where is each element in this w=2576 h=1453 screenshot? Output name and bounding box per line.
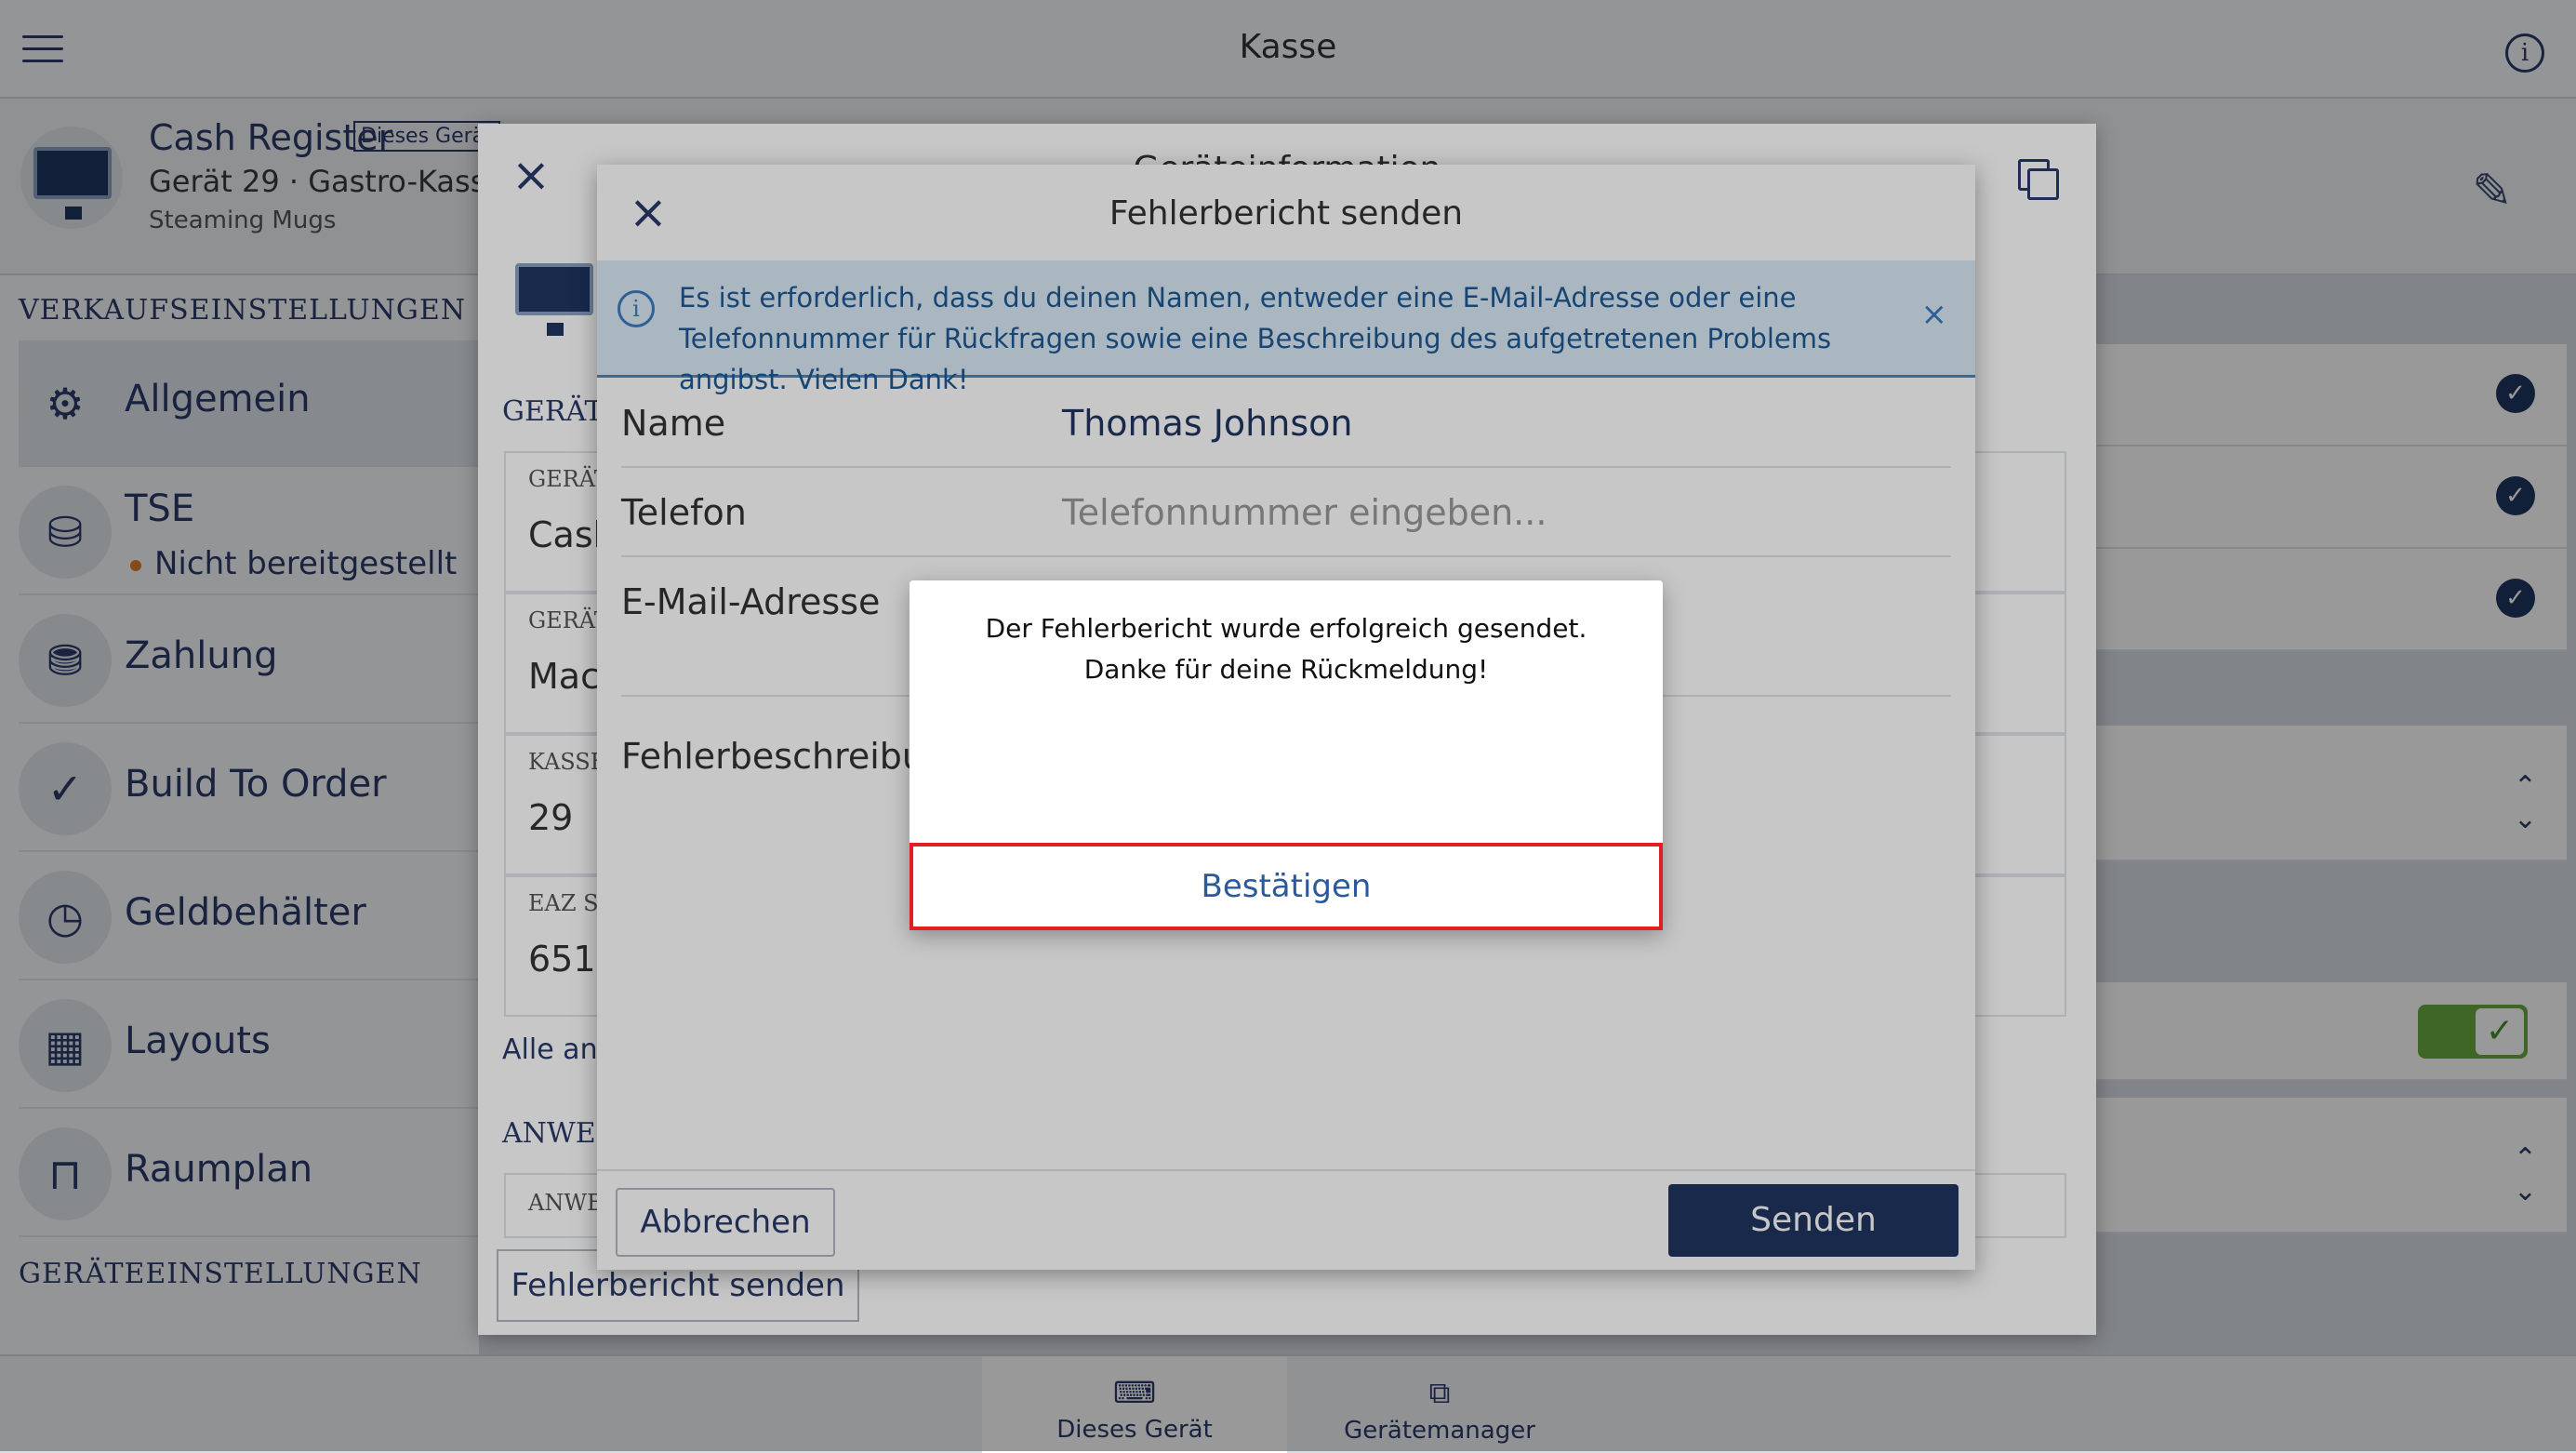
alert-line: Danke für deine Rückmeldung! <box>1083 654 1489 685</box>
alert-message: Der Fehlerbericht wurde erfolgreich gese… <box>910 608 1663 690</box>
alert-line: Der Fehlerbericht wurde erfolgreich gese… <box>985 613 1587 644</box>
confirm-button[interactable]: Bestätigen <box>910 843 1663 930</box>
success-alert: Der Fehlerbericht wurde erfolgreich gese… <box>910 580 1663 930</box>
